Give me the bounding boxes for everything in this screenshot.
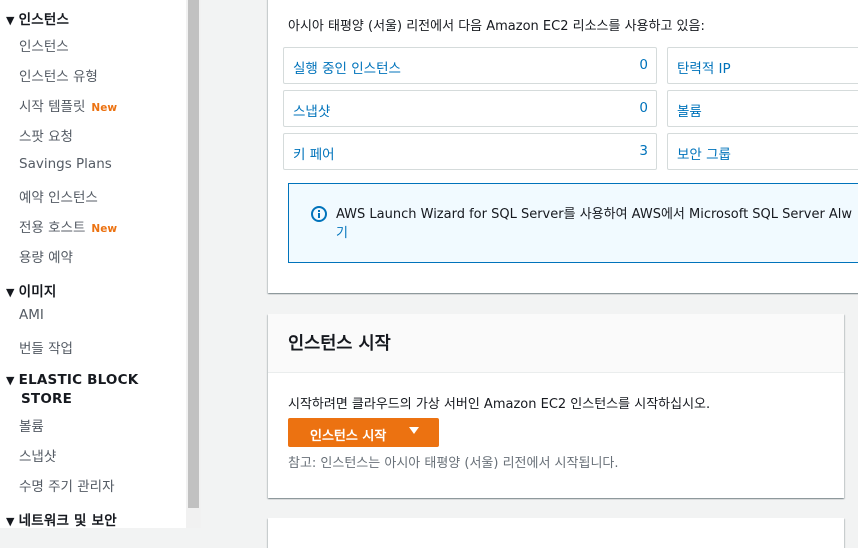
launch-panel: 인스턴스 시작 시작하려면 클라우드의 가상 서버인 Amazon EC2 인스…: [268, 314, 844, 498]
resource-count[interactable]: 0: [639, 100, 648, 116]
sidebar-scrollbar-thumb[interactable]: [188, 0, 199, 508]
resource-card-running-instances[interactable]: 실행 중인 인스턴스 0: [283, 47, 657, 84]
sidebar-item-spot-requests[interactable]: 스팟 요청: [19, 125, 73, 145]
triangle-down-icon: ▼: [6, 286, 15, 299]
section-images-header[interactable]: ▼ 이미지: [6, 280, 57, 300]
sidebar-item-savings-plans[interactable]: Savings Plans: [19, 156, 112, 172]
caret-down-icon: [409, 427, 419, 434]
info-alert: AWS Launch Wizard for SQL Server를 사용하여 A…: [288, 183, 858, 263]
launch-instance-button-label: 인스턴스 시작: [310, 429, 387, 444]
resource-link[interactable]: 볼륨: [677, 100, 702, 120]
new-badge: New: [91, 102, 118, 114]
launch-description: 시작하려면 클라우드의 가상 서버인 Amazon EC2 인스턴스를 시작하십…: [288, 397, 711, 412]
section-ebs-header[interactable]: ▼ ELASTIC BLOCK STORE: [6, 371, 138, 408]
sidebar-item-dedicated-hosts[interactable]: 전용 호스트 New: [19, 216, 117, 236]
sidebar-item-capacity-reservations[interactable]: 용량 예약: [19, 246, 73, 266]
section-network-header[interactable]: ▼ 네트워크 및 보안: [6, 509, 117, 528]
resource-link[interactable]: 키 페어: [293, 143, 335, 163]
launch-panel-header: 인스턴스 시작: [268, 314, 844, 373]
sidebar-item-bundle-tasks[interactable]: 번들 작업: [19, 337, 73, 357]
resources-intro: 아시아 태평양 (서울) 리전에서 다음 Amazon EC2 리소스를 사용하…: [288, 19, 705, 34]
next-panel: [268, 518, 844, 548]
resource-count[interactable]: 3: [639, 143, 648, 159]
triangle-down-icon: ▼: [6, 515, 15, 528]
resource-link[interactable]: 보안 그룹: [677, 143, 731, 163]
resource-count[interactable]: 0: [639, 57, 648, 73]
sidebar-item-reserved-instances[interactable]: 예약 인스턴스: [19, 186, 98, 206]
section-instances-header[interactable]: ▼ 인스턴스: [6, 8, 69, 28]
sidebar-item-ami[interactable]: AMI: [19, 307, 44, 323]
resource-card-security-groups[interactable]: 보안 그룹: [667, 133, 858, 170]
launch-panel-title: 인스턴스 시작: [288, 334, 391, 354]
launch-instance-button[interactable]: 인스턴스 시작: [288, 418, 439, 447]
sidebar-item-lifecycle-manager[interactable]: 수명 주기 관리자: [19, 475, 115, 495]
sidebar-item-snapshots[interactable]: 스냅샷: [19, 445, 56, 465]
resource-card-elastic-ips[interactable]: 탄력적 IP: [667, 47, 858, 84]
sidebar: ▼ 인스턴스 인스턴스 인스턴스 유형 시작 템플릿 New 스팟 요청 Savin…: [0, 0, 186, 528]
resource-link[interactable]: 스냅샷: [293, 100, 330, 120]
resource-card-snapshots[interactable]: 스냅샷 0: [283, 90, 657, 127]
new-badge: New: [91, 223, 118, 235]
resource-card-volumes[interactable]: 볼륨: [667, 90, 858, 127]
sidebar-item-launch-templates[interactable]: 시작 템플릿 New: [19, 95, 117, 115]
sidebar-item-instance-types[interactable]: 인스턴스 유형: [19, 65, 98, 85]
info-icon: [311, 206, 327, 222]
triangle-down-icon: ▼: [6, 14, 15, 27]
info-link-wrap[interactable]: 기: [336, 226, 348, 241]
info-text: AWS Launch Wizard for SQL Server를 사용하여 A…: [336, 207, 853, 241]
triangle-down-icon: ▼: [6, 374, 15, 387]
resource-link[interactable]: 탄력적 IP: [677, 57, 731, 77]
resource-card-key-pairs[interactable]: 키 페어 3: [283, 133, 657, 170]
sidebar-item-instances[interactable]: 인스턴스: [19, 35, 69, 55]
launch-note: 참고: 인스턴스는 아시아 태평양 (서울) 리전에서 시작됩니다.: [288, 456, 619, 471]
sidebar-item-volumes[interactable]: 볼륨: [19, 415, 44, 435]
resource-link[interactable]: 실행 중인 인스턴스: [293, 57, 401, 77]
gutter: [201, 0, 225, 528]
